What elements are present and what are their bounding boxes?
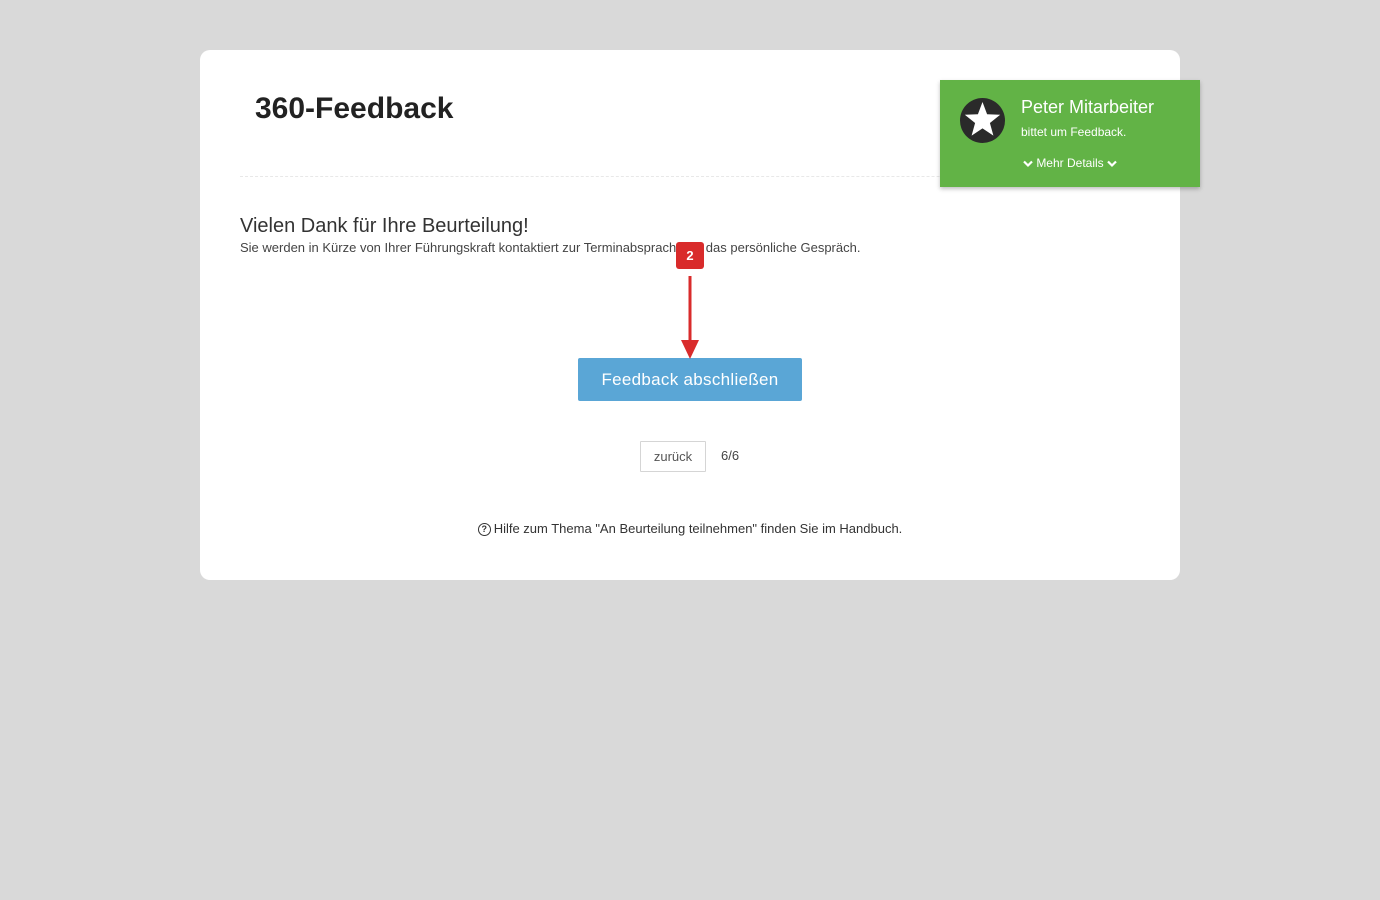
chevron-down-icon [1023,160,1033,167]
arrow-down-icon [681,276,699,359]
thanks-text: Sie werden in Kürze von Ihrer Führungskr… [240,240,861,255]
notification-message: bittet um Feedback. [1021,125,1127,139]
page-title: 360-Feedback [255,92,454,125]
page-counter: 6/6 [721,448,740,463]
help-line: ? Hilfe zum Thema "An Beurteilung teilneh… [200,521,1180,536]
step-badge: 2 [676,242,704,269]
question-circle-icon: ? [477,523,491,536]
help-link[interactable]: Hilfe zum Thema "An Beurteilung teilnehm… [494,521,903,536]
back-button[interactable]: zurück [640,441,706,472]
chevron-down-icon [1107,160,1117,167]
thanks-heading: Vielen Dank für Ihre Beurteilung! [240,215,529,237]
feedback-notification: Peter Mitarbeiter bittet um Feedback. Me… [940,80,1200,187]
more-details-label: Mehr Details [1036,156,1104,170]
finish-feedback-button[interactable]: Feedback abschließen [578,358,802,401]
more-details-toggle[interactable]: Mehr Details [940,156,1200,170]
notification-sender: Peter Mitarbeiter [1021,97,1155,117]
star-icon [960,98,1005,143]
